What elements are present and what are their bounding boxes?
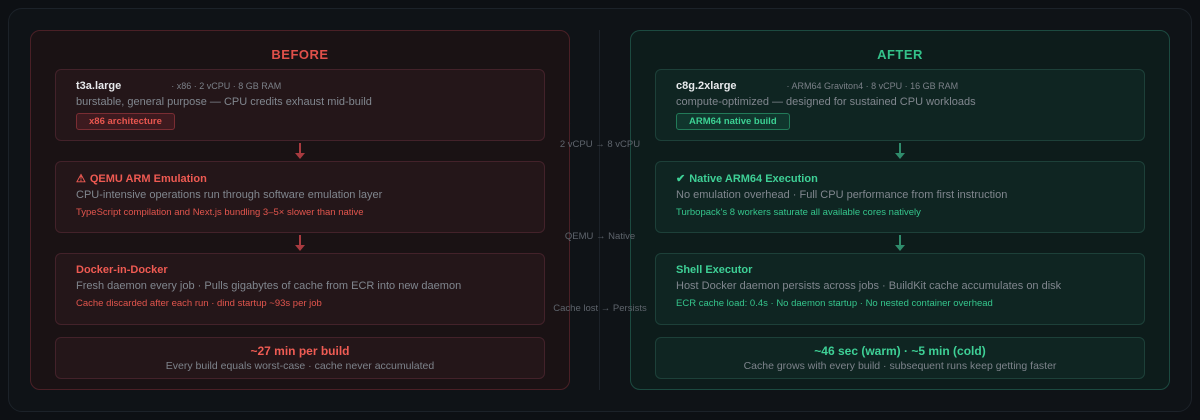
after-native-card: ✔ Native ARM64 Execution No emulation ov… bbox=[655, 161, 1145, 233]
step-note: Turbopack's 8 workers saturate all avail… bbox=[676, 207, 921, 218]
step-desc: Fresh daemon every job · Pulls gigabytes… bbox=[76, 280, 462, 292]
after-panel: AFTER c8g.2xlarge · ARM64 Graviton4 · 8 … bbox=[630, 30, 1170, 390]
instance-name: c8g.2xlarge bbox=[676, 80, 737, 92]
warning-icon: ⚠ bbox=[76, 173, 86, 185]
result-headline: ~27 min per build bbox=[250, 344, 350, 358]
instance-desc: burstable, general purpose — CPU credits… bbox=[76, 96, 372, 108]
step-note: ECR cache load: 0.4s · No daemon startup… bbox=[676, 298, 993, 309]
transition-label: Cache lost → Persists bbox=[553, 303, 647, 314]
before-result-card: ~27 min per build Every build equals wor… bbox=[55, 337, 545, 379]
before-panel: BEFORE t3a.large · x86 · 2 vCPU · 8 GB R… bbox=[30, 30, 570, 390]
architecture-badge: x86 architecture bbox=[76, 113, 175, 130]
flow-arrow bbox=[895, 235, 905, 251]
after-instance-card: c8g.2xlarge · ARM64 Graviton4 · 8 vCPU ·… bbox=[655, 69, 1145, 141]
step-desc: Host Docker daemon persists across jobs … bbox=[676, 280, 1062, 292]
architecture-badge: ARM64 native build bbox=[676, 113, 790, 130]
after-executor-card: Shell Executor Host Docker daemon persis… bbox=[655, 253, 1145, 325]
after-result-card: ~46 sec (warm) · ~5 min (cold) Cache gro… bbox=[655, 337, 1145, 379]
transition-label: QEMU → Native bbox=[564, 231, 636, 242]
step-note: Cache discarded after each run · dind st… bbox=[76, 298, 322, 309]
before-title: BEFORE bbox=[271, 47, 329, 62]
step-title: Shell Executor bbox=[676, 264, 753, 276]
result-sub: Cache grows with every build · subsequen… bbox=[743, 360, 1057, 372]
before-executor-card: Docker-in-Docker Fresh daemon every job … bbox=[55, 253, 545, 325]
instance-name: t3a.large bbox=[76, 80, 122, 92]
after-title: AFTER bbox=[877, 47, 923, 62]
before-instance-card: t3a.large · x86 · 2 vCPU · 8 GB RAM burs… bbox=[55, 69, 545, 141]
flow-arrow bbox=[295, 143, 305, 159]
instance-desc: compute-optimized — designed for sustain… bbox=[676, 96, 976, 108]
step-title: Docker-in-Docker bbox=[76, 264, 168, 276]
step-desc: No emulation overhead · Full CPU perform… bbox=[676, 189, 1008, 201]
step-title: QEMU ARM Emulation bbox=[89, 173, 207, 185]
step-note: TypeScript compilation and Next.js bundl… bbox=[76, 207, 364, 218]
step-desc: CPU-intensive operations run through sof… bbox=[76, 189, 383, 201]
result-headline: ~46 sec (warm) · ~5 min (cold) bbox=[814, 344, 986, 358]
step-title: Native ARM64 Execution bbox=[689, 173, 818, 185]
instance-spec: · x86 · 2 vCPU · 8 GB RAM bbox=[171, 81, 282, 91]
flow-arrow bbox=[895, 143, 905, 159]
before-emulation-card: ⚠ QEMU ARM Emulation CPU-intensive opera… bbox=[55, 161, 545, 233]
center-divider bbox=[599, 30, 600, 390]
instance-spec: · ARM64 Graviton4 · 8 vCPU · 16 GB RAM bbox=[786, 81, 959, 91]
transition-label: 2 vCPU → 8 vCPU bbox=[559, 139, 641, 150]
result-sub: Every build equals worst-case · cache ne… bbox=[165, 360, 435, 372]
flow-arrow bbox=[295, 235, 305, 251]
check-icon: ✔ bbox=[676, 173, 686, 185]
